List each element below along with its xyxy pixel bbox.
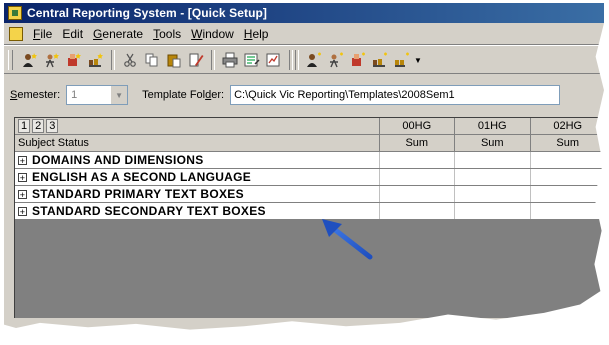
table-row[interactable]: + STANDARD PRIMARY TEXT BOXES — [15, 186, 605, 202]
level-tab-1[interactable]: 1 — [18, 119, 31, 133]
cut-icon[interactable] — [119, 49, 141, 71]
level-tab-3[interactable]: 3 — [46, 119, 59, 133]
teacher-icon-2[interactable] — [347, 49, 369, 71]
student-star-icon-2[interactable] — [325, 49, 347, 71]
expand-icon[interactable]: + — [18, 206, 27, 216]
title-bar[interactable]: Central Reporting System - [Quick Setup] — [4, 3, 604, 23]
grid-cell[interactable] — [454, 186, 529, 202]
annotation-arrow-icon — [322, 219, 373, 260]
level-tab-2[interactable]: 2 — [32, 119, 45, 133]
semester-value: 1 — [71, 89, 78, 101]
grid-cell[interactable] — [378, 169, 454, 185]
table-row[interactable]: + STANDARD SECONDARY TEXT BOXES — [15, 203, 605, 219]
group-label: DOMAINS AND DIMENSIONS — [32, 153, 204, 167]
grid-subheader-row: Subject Status Sum Sum Sum — [15, 135, 605, 152]
menu-window[interactable]: Window — [187, 27, 240, 41]
template-folder-field[interactable]: C:\Quick Vic Reporting\Templates\2008Sem… — [230, 85, 561, 105]
table-row[interactable]: + DOMAINS AND DIMENSIONS — [15, 152, 605, 168]
app-icon — [8, 6, 22, 20]
expand-icon[interactable]: + — [18, 155, 27, 165]
class-add-icon[interactable] — [85, 49, 107, 71]
student-icon-2[interactable] — [303, 49, 325, 71]
column-header-02hg[interactable]: 02HG — [529, 118, 605, 134]
preview-icon[interactable] — [263, 49, 285, 71]
grid-cell[interactable] — [378, 203, 454, 219]
toolbar-separator — [211, 50, 215, 70]
toolbar-separator — [111, 50, 115, 70]
grid-cell[interactable] — [454, 152, 529, 168]
menu-tools[interactable]: Tools — [149, 27, 187, 41]
grid-cell[interactable] — [529, 169, 605, 185]
chevron-down-icon[interactable]: ▼ — [413, 49, 423, 71]
grid-cell[interactable] — [378, 186, 454, 202]
copy-icon[interactable] — [141, 49, 163, 71]
semester-dropdown[interactable]: 1 ▼ — [66, 85, 129, 105]
sum-cell: Sum — [454, 135, 529, 151]
sum-cell: Sum — [378, 135, 454, 151]
table-row[interactable]: + ENGLISH AS A SECOND LANGUAGE — [15, 169, 605, 185]
subject-grid: 1 2 3 00HG 01HG 02HG Subject Status Sum … — [14, 117, 605, 318]
menu-file[interactable]: File — [29, 27, 58, 41]
group-label: STANDARD PRIMARY TEXT BOXES — [32, 187, 244, 201]
menu-bar: File Edit Generate Tools Window Help — [4, 24, 604, 45]
toolbar-separator — [295, 50, 299, 70]
level-selector: 1 2 3 — [15, 118, 379, 134]
toolbar-separator — [289, 50, 293, 70]
edit-icon[interactable] — [185, 49, 207, 71]
report-icon[interactable] — [241, 49, 263, 71]
window-title: Central Reporting System - [Quick Setup] — [27, 6, 268, 20]
teacher-add-icon[interactable] — [63, 49, 85, 71]
filter-row: Semester: 1 ▼ Template Folder: C:\Quick … — [4, 80, 604, 110]
student-star-icon[interactable] — [41, 49, 63, 71]
document-icon[interactable] — [9, 27, 23, 41]
grid-header-row: 1 2 3 00HG 01HG 02HG — [15, 118, 605, 135]
menu-edit[interactable]: Edit — [58, 27, 89, 41]
paste-icon[interactable] — [163, 49, 185, 71]
menu-help[interactable]: Help — [240, 27, 275, 41]
student-add-icon[interactable] — [19, 49, 41, 71]
class-icon-2[interactable] — [369, 49, 391, 71]
expand-icon[interactable]: + — [18, 189, 27, 199]
chevron-down-icon[interactable]: ▼ — [110, 86, 128, 104]
column-header-00hg[interactable]: 00HG — [378, 118, 454, 134]
menu-generate[interactable]: Generate — [89, 27, 149, 41]
application-window: Central Reporting System - [Quick Setup]… — [4, 3, 605, 330]
grid-cell[interactable] — [529, 203, 605, 219]
group-label: STANDARD SECONDARY TEXT BOXES — [32, 204, 266, 218]
class-all-icon[interactable] — [391, 49, 413, 71]
screenshot-fragment: Central Reporting System - [Quick Setup]… — [0, 0, 609, 345]
grid-cell[interactable] — [454, 169, 529, 185]
print-icon[interactable] — [219, 49, 241, 71]
grid-cell[interactable] — [454, 203, 529, 219]
column-header-01hg[interactable]: 01HG — [454, 118, 529, 134]
toolbar: ▼ — [4, 47, 604, 74]
sum-cell: Sum — [529, 135, 605, 151]
grid-cell[interactable] — [529, 186, 605, 202]
semester-label: Semester: — [10, 89, 61, 101]
grid-cell[interactable] — [378, 152, 454, 168]
expand-icon[interactable]: + — [18, 172, 27, 182]
toolbar-grip[interactable] — [8, 50, 13, 70]
group-label: ENGLISH AS A SECOND LANGUAGE — [32, 170, 252, 184]
template-folder-value: C:\Quick Vic Reporting\Templates\2008Sem… — [234, 89, 455, 101]
grid-cell[interactable] — [529, 152, 605, 168]
template-folder-label: Template Folder: — [142, 89, 225, 101]
subject-status-label: Subject Status — [18, 137, 89, 149]
